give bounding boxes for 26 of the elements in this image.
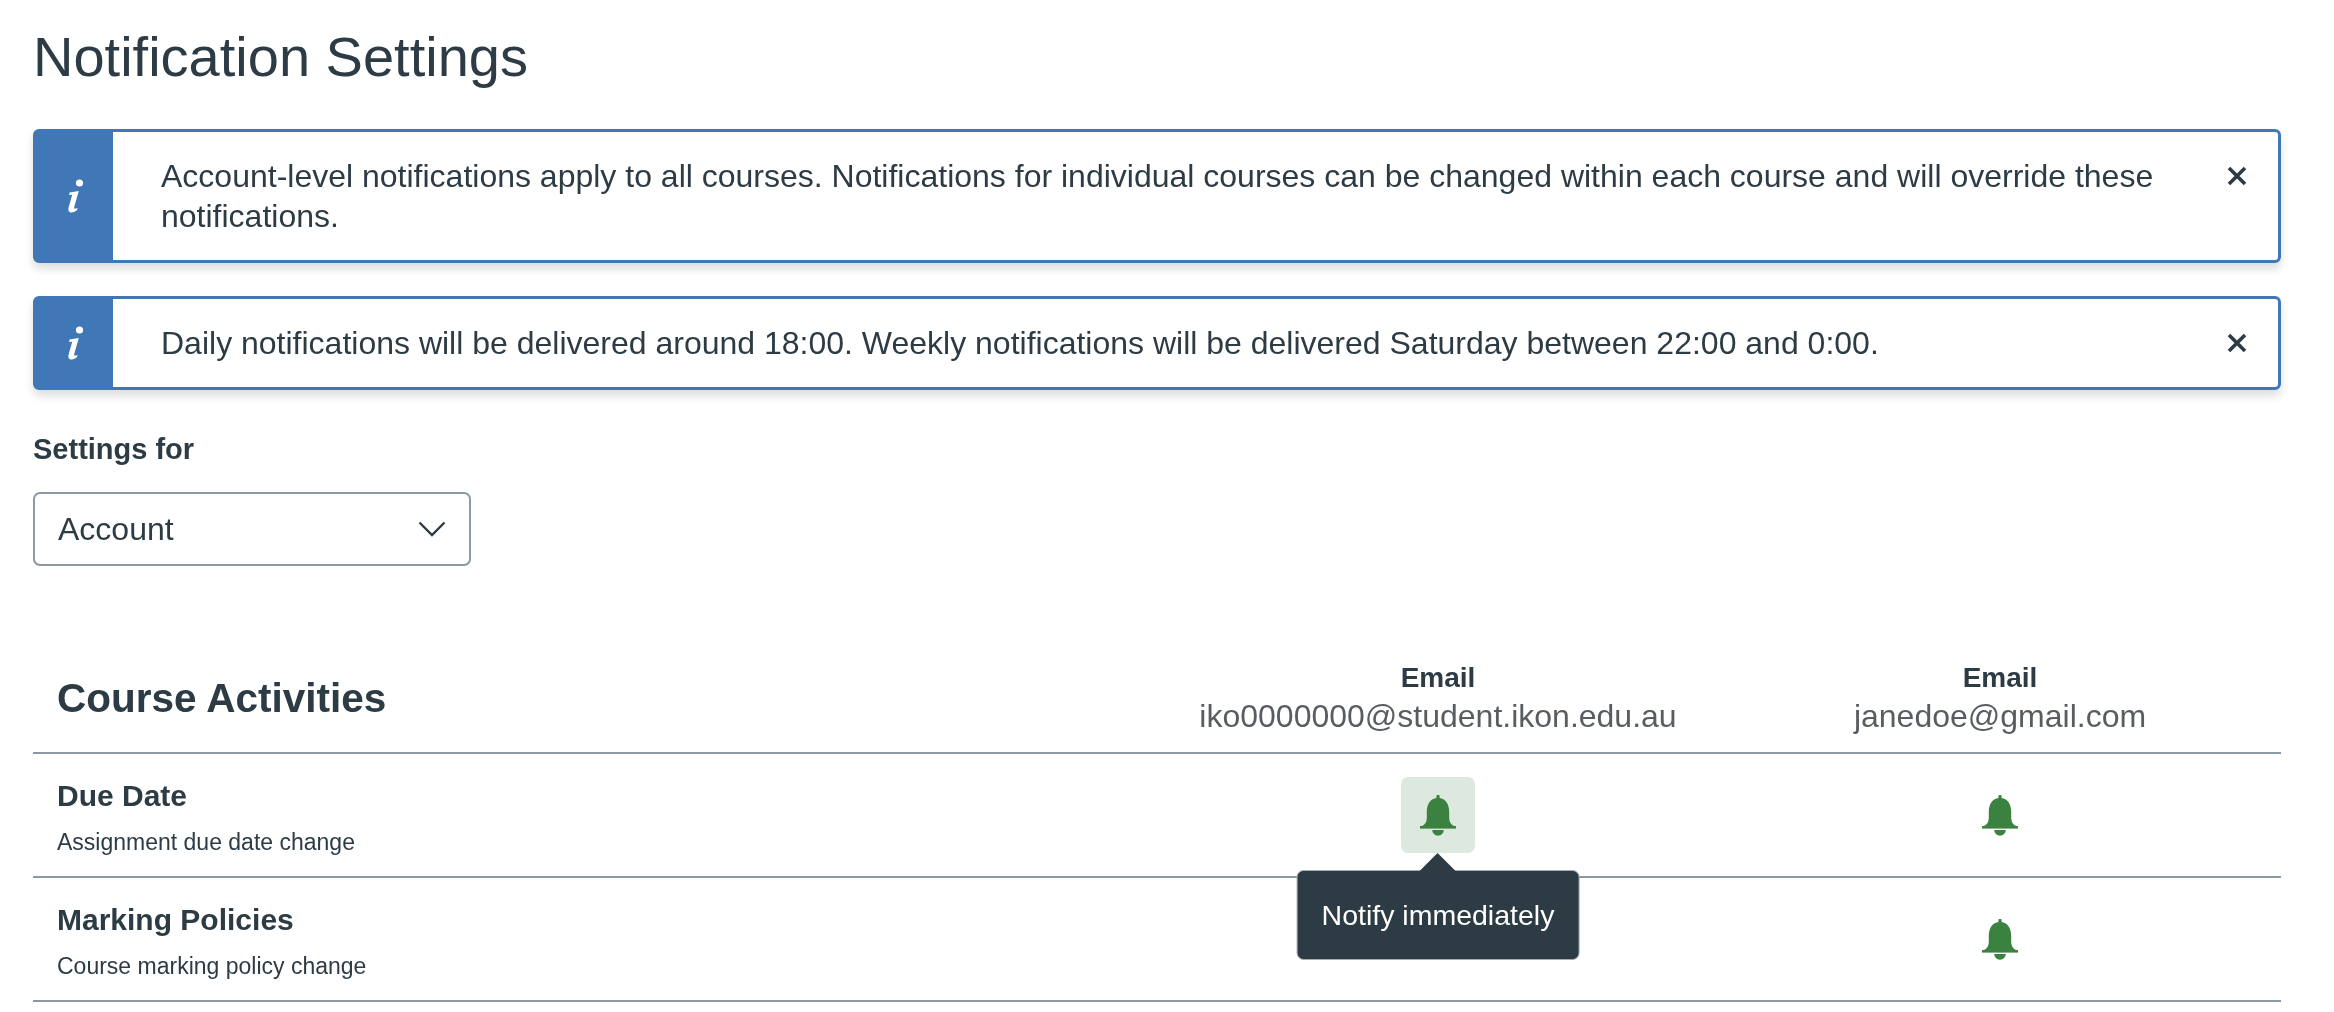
close-icon — [2227, 166, 2247, 186]
page-title: Notification Settings — [33, 24, 528, 90]
notification-title: Marking Policies — [57, 902, 294, 938]
notify-button[interactable] — [1401, 777, 1475, 853]
alert-message: Daily notifications will be delivered around 18:00. Weekly notifications will be delivered Saturday between 22:00 and 0:00. — [161, 324, 1879, 363]
notification-description: Course marking policy change — [57, 952, 367, 981]
tooltip: Notify immediately — [1296, 853, 1580, 960]
notification-title: Due Date — [57, 778, 188, 814]
info-icon — [65, 326, 84, 360]
email-address: janedoe@gmail.com — [1853, 697, 2147, 736]
table-heading: Course Activities — [57, 674, 387, 722]
column-header: Email — [1400, 661, 1476, 695]
info-icon — [65, 179, 84, 213]
email-address: iko0000000@student.ikon.edu.au — [1199, 697, 1677, 736]
notification-description: Assignment due date change — [57, 828, 355, 857]
settings-for-select[interactable]: Account — [33, 492, 471, 566]
chevron-down-icon — [418, 521, 446, 537]
close-button[interactable] — [2227, 166, 2247, 186]
bell-icon — [1982, 918, 2018, 960]
alert-message: Account-level notifications apply to all courses. Notifications for individual courses can be changed within each course and will override these notifications. — [161, 157, 2155, 236]
bell-icon — [1982, 794, 2018, 836]
close-icon — [2227, 333, 2247, 353]
settings-for-label: Settings for — [33, 432, 195, 467]
close-button[interactable] — [2227, 333, 2247, 353]
bell-icon — [1420, 794, 1456, 836]
column-header: Email — [1962, 661, 2038, 695]
